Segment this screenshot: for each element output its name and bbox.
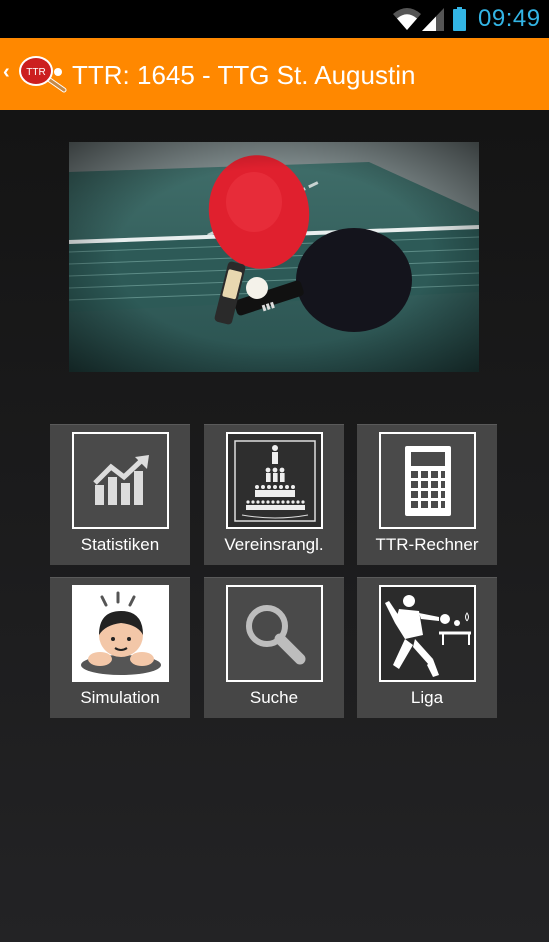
up-caret-icon[interactable]: ‹ xyxy=(3,61,10,84)
tile-vereinsrangliste[interactable]: Vereinsrangl. xyxy=(204,424,344,565)
calculator-icon xyxy=(404,445,451,516)
battery-icon xyxy=(453,7,466,31)
pyramid-people-icon xyxy=(233,439,316,522)
hero-image: ▮▮▮ xyxy=(69,142,479,372)
status-bar: 09:49 xyxy=(0,0,549,38)
page-title: TTR: 1645 - TTG St. Augustin xyxy=(72,60,416,90)
app-logo-paddle-icon[interactable]: TTR xyxy=(14,50,70,96)
tile-statistiken[interactable]: Statistiken xyxy=(50,424,190,565)
tile-label: Statistiken xyxy=(80,535,160,554)
person-emoji-icon xyxy=(80,591,161,675)
signal-icon xyxy=(422,8,444,31)
tile-liga[interactable]: Liga xyxy=(357,577,497,718)
table-tennis-photo: ▮▮▮ xyxy=(69,142,479,372)
tile-label: TTR-Rechner xyxy=(375,535,479,554)
main-content: ▮▮▮ Statistiken xyxy=(0,110,549,942)
icon-frame xyxy=(226,432,323,529)
icon-frame xyxy=(379,585,476,682)
search-icon xyxy=(245,604,305,664)
tile-ttr-rechner[interactable]: TTR-Rechner xyxy=(357,424,497,565)
icon-frame xyxy=(72,585,169,682)
icon-frame xyxy=(226,585,323,682)
clock: 09:49 xyxy=(478,5,541,32)
icon-frame xyxy=(379,432,476,529)
tile-simulation[interactable]: Simulation xyxy=(50,577,190,718)
icon-frame xyxy=(72,432,169,529)
tile-suche[interactable]: Suche xyxy=(204,577,344,718)
action-bar: ‹ TTR TTR: 1645 - TTG St. Augustin xyxy=(0,38,549,110)
wifi-icon xyxy=(393,8,421,30)
table-tennis-player-icon xyxy=(384,594,471,677)
svg-text:TTR: TTR xyxy=(26,67,45,78)
tile-label: Liga xyxy=(410,688,444,707)
tile-label: Simulation xyxy=(80,688,160,707)
tile-label: Vereinsrangl. xyxy=(224,535,324,554)
tile-label: Suche xyxy=(249,688,299,707)
chart-icon xyxy=(92,454,149,505)
